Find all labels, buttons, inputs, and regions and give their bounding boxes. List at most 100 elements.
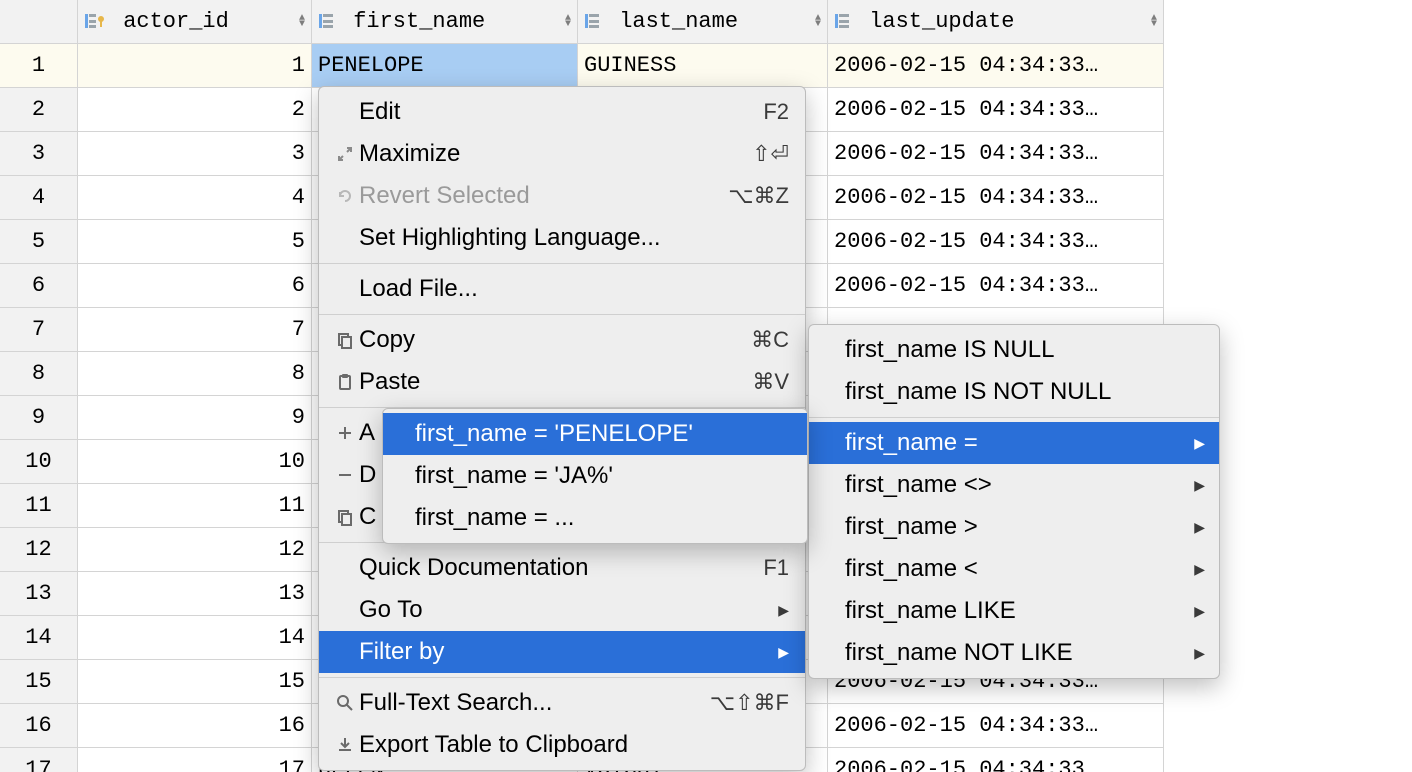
- menu-quick-documentation[interactable]: Quick Documentation F1: [319, 547, 805, 589]
- menu-label: first_name IS NULL: [845, 336, 1203, 364]
- row-number[interactable]: 4: [0, 176, 78, 220]
- menu-load-file[interactable]: Load File...: [319, 268, 805, 310]
- submenu-arrow-icon: ▶: [1194, 519, 1205, 536]
- cell-actor-id[interactable]: 15: [78, 660, 312, 704]
- cell-last-update[interactable]: 2006-02-15 04:34:33: [828, 176, 1164, 220]
- menu-label: Revert Selected: [359, 182, 704, 210]
- cell-actor-id[interactable]: 8: [78, 352, 312, 396]
- filter-equals[interactable]: first_name = ▶: [809, 422, 1219, 464]
- cell-actor-id[interactable]: 9: [78, 396, 312, 440]
- submenu-arrow-icon: ▶: [1194, 561, 1205, 578]
- cell-last-update[interactable]: 2006-02-15 04:34:33: [828, 220, 1164, 264]
- filter-like[interactable]: first_name LIKE ▶: [809, 590, 1219, 632]
- filter-less-than[interactable]: first_name < ▶: [809, 548, 1219, 590]
- row-number[interactable]: 17: [0, 748, 78, 772]
- menu-full-text-search[interactable]: Full-Text Search... ⌥⇧⌘F: [319, 682, 805, 724]
- menu-set-highlighting-language[interactable]: Set Highlighting Language...: [319, 217, 805, 259]
- row-number[interactable]: 11: [0, 484, 78, 528]
- row-number[interactable]: 14: [0, 616, 78, 660]
- sort-icon[interactable]: ▲▼: [565, 16, 571, 28]
- menu-label: Go To: [359, 596, 754, 624]
- cell-last-update[interactable]: 2006-02-15 04:34:33: [828, 748, 1164, 772]
- cell-last-update[interactable]: 2006-02-15 04:34:33: [828, 704, 1164, 748]
- cell-actor-id[interactable]: 13: [78, 572, 312, 616]
- row-number[interactable]: 10: [0, 440, 78, 484]
- column-header-actor-id[interactable]: actor_id ▲▼: [78, 0, 312, 44]
- minus-icon: [331, 466, 359, 484]
- cell-first-name-selected[interactable]: PENELOPE: [312, 44, 578, 88]
- column-label: first_name: [353, 9, 485, 34]
- row-number[interactable]: 3: [0, 132, 78, 176]
- pk-column-icon: [84, 12, 106, 30]
- sort-icon[interactable]: ▲▼: [1151, 16, 1157, 28]
- row-number[interactable]: 5: [0, 220, 78, 264]
- filter-equals-ellipsis[interactable]: first_name = ...: [383, 497, 807, 539]
- menu-copy[interactable]: Copy ⌘C: [319, 319, 805, 361]
- column-header-first-name[interactable]: first_name ▲▼: [312, 0, 578, 44]
- cell-actor-id[interactable]: 12: [78, 528, 312, 572]
- cell-actor-id[interactable]: 2: [78, 88, 312, 132]
- search-icon: [331, 694, 359, 712]
- cell-last-name[interactable]: GUINESS: [578, 44, 828, 88]
- cell-actor-id[interactable]: 14: [78, 616, 312, 660]
- menu-edit[interactable]: Edit F2: [319, 91, 805, 133]
- cell-last-update[interactable]: 2006-02-15 04:34:33: [828, 44, 1164, 88]
- filter-is-null[interactable]: first_name IS NULL: [809, 329, 1219, 371]
- cell-actor-id[interactable]: 11: [78, 484, 312, 528]
- paste-icon: [331, 373, 359, 391]
- filter-equals-penelope[interactable]: first_name = 'PENELOPE': [383, 413, 807, 455]
- row-number[interactable]: 7: [0, 308, 78, 352]
- row-number[interactable]: 15: [0, 660, 78, 704]
- row-number[interactable]: 2: [0, 88, 78, 132]
- cell-actor-id[interactable]: 10: [78, 440, 312, 484]
- menu-label: Maximize: [359, 140, 728, 168]
- filter-equals-ja-percent[interactable]: first_name = 'JA%': [383, 455, 807, 497]
- menu-separator: [319, 314, 805, 315]
- row-number[interactable]: 16: [0, 704, 78, 748]
- filter-is-not-null[interactable]: first_name IS NOT NULL: [809, 371, 1219, 413]
- cell-actor-id[interactable]: 16: [78, 704, 312, 748]
- row-number[interactable]: 1: [0, 44, 78, 88]
- menu-paste[interactable]: Paste ⌘V: [319, 361, 805, 403]
- sort-icon[interactable]: ▲▼: [815, 16, 821, 28]
- shortcut: ⌥⌘Z: [728, 183, 789, 209]
- column-label: last_update: [869, 9, 1014, 34]
- filter-not-like[interactable]: first_name NOT LIKE ▶: [809, 632, 1219, 674]
- cell-actor-id[interactable]: 3: [78, 132, 312, 176]
- cell-actor-id[interactable]: 7: [78, 308, 312, 352]
- cell-actor-id[interactable]: 6: [78, 264, 312, 308]
- cell-last-update[interactable]: 2006-02-15 04:34:33: [828, 132, 1164, 176]
- column-header-last-update[interactable]: last_update ▲▼: [828, 0, 1164, 44]
- submenu-arrow-icon: ▶: [1194, 477, 1205, 494]
- menu-go-to[interactable]: Go To ▶: [319, 589, 805, 631]
- row-number[interactable]: 9: [0, 396, 78, 440]
- filter-by-submenu: first_name IS NULL first_name IS NOT NUL…: [808, 324, 1220, 679]
- menu-label: first_name <>: [845, 471, 1170, 499]
- menu-export-clipboard[interactable]: Export Table to Clipboard: [319, 724, 805, 766]
- column-icon: [318, 12, 336, 30]
- row-number[interactable]: 6: [0, 264, 78, 308]
- maximize-icon: [331, 145, 359, 163]
- sort-icon[interactable]: ▲▼: [299, 16, 305, 28]
- menu-label: first_name NOT LIKE: [845, 639, 1170, 667]
- menu-filter-by[interactable]: Filter by ▶: [319, 631, 805, 673]
- cell-actor-id[interactable]: 17: [78, 748, 312, 772]
- menu-label: first_name >: [845, 513, 1170, 541]
- export-icon: [331, 736, 359, 754]
- cell-actor-id[interactable]: 5: [78, 220, 312, 264]
- menu-maximize[interactable]: Maximize ⇧⏎: [319, 133, 805, 175]
- shortcut: ⌘V: [752, 369, 789, 395]
- copy-icon: [331, 331, 359, 349]
- menu-label: Export Table to Clipboard: [359, 731, 789, 759]
- cell-actor-id[interactable]: 1: [78, 44, 312, 88]
- row-number[interactable]: 13: [0, 572, 78, 616]
- row-number[interactable]: 12: [0, 528, 78, 572]
- column-label: actor_id: [123, 9, 229, 34]
- cell-last-update[interactable]: 2006-02-15 04:34:33: [828, 264, 1164, 308]
- filter-greater-than[interactable]: first_name > ▶: [809, 506, 1219, 548]
- column-header-last-name[interactable]: last_name ▲▼: [578, 0, 828, 44]
- cell-actor-id[interactable]: 4: [78, 176, 312, 220]
- cell-last-update[interactable]: 2006-02-15 04:34:33: [828, 88, 1164, 132]
- filter-not-equals[interactable]: first_name <> ▶: [809, 464, 1219, 506]
- row-number[interactable]: 8: [0, 352, 78, 396]
